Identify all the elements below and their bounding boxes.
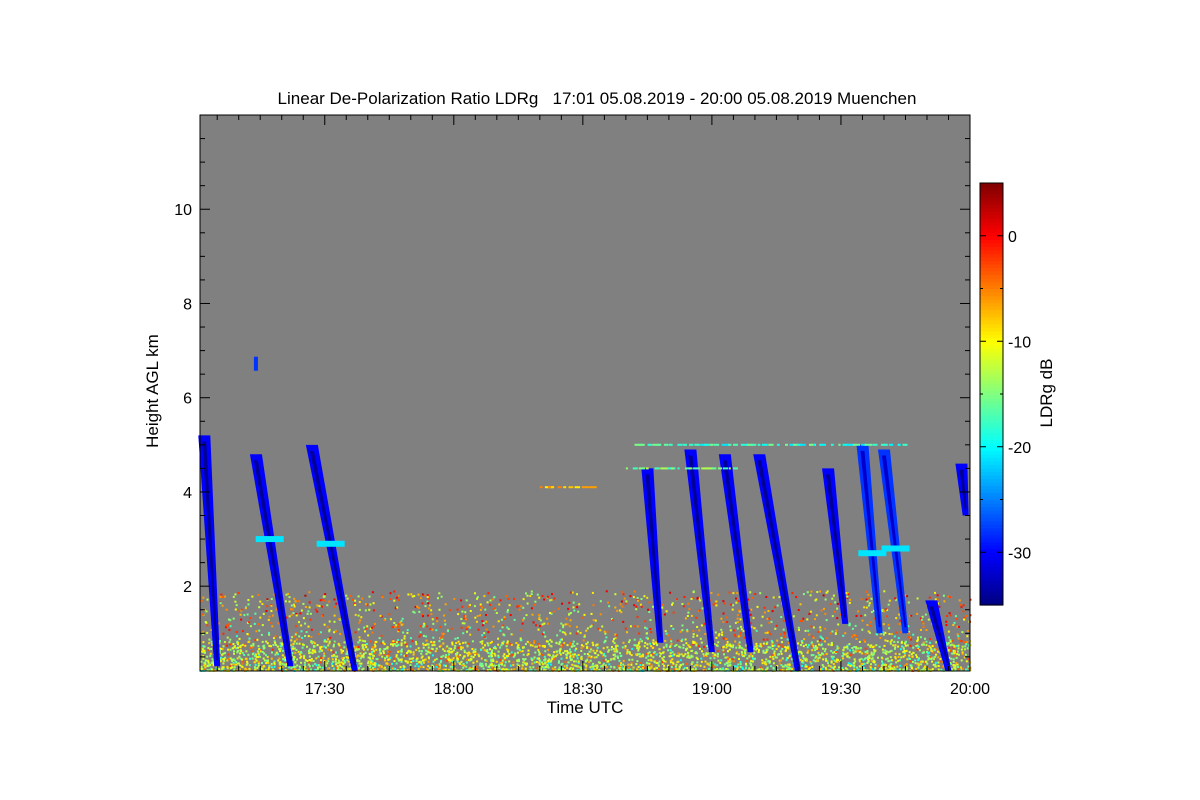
- y-axis-label: Height AGL km: [143, 334, 162, 448]
- x-tick-label: 17:30: [305, 681, 345, 698]
- plot-area: [198, 114, 972, 672]
- y-tick-label: 10: [174, 202, 192, 219]
- colorbar-label: LDRg dB: [1037, 359, 1056, 428]
- colorbar-tick-label: -10: [1008, 334, 1031, 351]
- y-tick-label: 6: [183, 391, 192, 408]
- ldr-heatmap-chart: Linear De-Polarization Ratio LDRg 17:01 …: [143, 89, 1056, 717]
- melting-layer-2: [255, 536, 284, 543]
- chart-title: Linear De-Polarization Ratio LDRg 17:01 …: [278, 89, 917, 108]
- y-tick-label: 8: [183, 296, 192, 313]
- elevated-patch-13: [253, 356, 258, 371]
- melting-layer-3: [316, 540, 345, 547]
- no-signal-background: [200, 115, 970, 671]
- colorbar-tick-label: 0: [1008, 229, 1017, 246]
- x-tick-label: 18:30: [563, 681, 603, 698]
- x-axis-label: Time UTC: [547, 698, 624, 717]
- y-tick-label: 4: [183, 485, 192, 502]
- melting-layer-10: [881, 545, 910, 552]
- x-tick-label: 18:00: [434, 681, 474, 698]
- colorbar: 0 -10 -20 -30: [979, 182, 1031, 606]
- colorbar-tick-label: -20: [1008, 440, 1031, 457]
- x-tick-label: 20:00: [950, 681, 990, 698]
- y-tick-label: 2: [183, 579, 192, 596]
- colorbar-tick-label: -30: [1008, 545, 1031, 562]
- x-tick-label: 19:00: [692, 681, 732, 698]
- x-tick-label: 19:30: [821, 681, 861, 698]
